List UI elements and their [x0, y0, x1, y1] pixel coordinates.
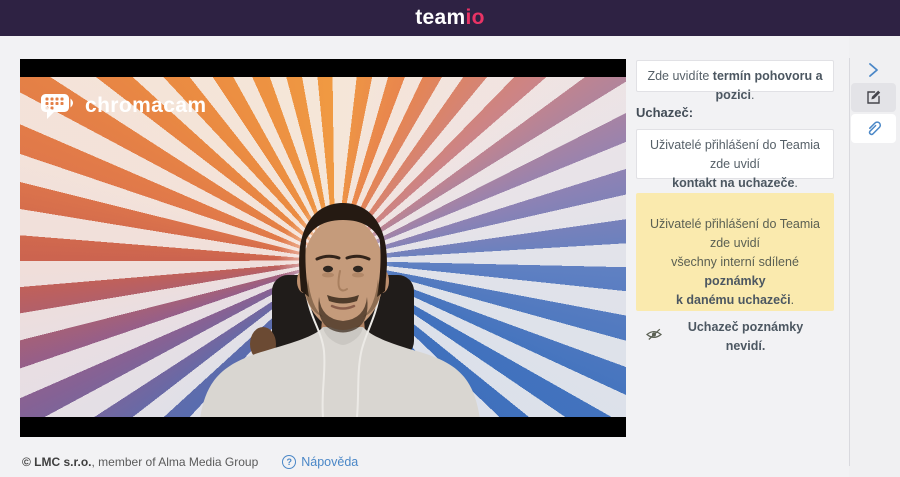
candidate-video-feed: chromacam [20, 59, 626, 437]
candidate-person [20, 77, 626, 417]
right-toolbar [849, 36, 900, 477]
note-edit-icon [865, 89, 882, 106]
notes-privacy-text: Uchazeč poznámky nevidí. [667, 318, 824, 356]
footer: © LMC s.r.o., member of Alma Media Group… [22, 452, 882, 472]
candidate-label: Uchazeč: [636, 105, 834, 120]
copyright-rest: , member of Alma Media Group [92, 455, 259, 469]
paperclip-icon [865, 120, 882, 137]
teamio-logo: teamio [415, 6, 485, 30]
chevron-right-icon [866, 61, 880, 79]
logo-io: io [465, 6, 484, 29]
help-question-icon: ? [282, 455, 296, 469]
help-label: Nápověda [301, 455, 358, 469]
video-content: chromacam [20, 77, 626, 417]
notes-tab-button[interactable] [851, 83, 896, 112]
interview-info-text: Zde uvidíte [647, 69, 712, 83]
eye-off-icon [646, 328, 662, 347]
notes-info-line3: k danému uchazeči [676, 293, 791, 307]
interview-info-bold: termín pohovoru a pozici [713, 69, 823, 102]
shared-notes-box: Uživatelé přihlášení do Teamia zde uvidí… [636, 193, 834, 311]
contact-info-text: Uživatelé přihlášení do Teamia zde uvidí [650, 138, 820, 171]
chromacam-label: chromacam [85, 94, 207, 118]
copyright-text: © LMC s.r.o., member of Alma Media Group [22, 455, 258, 469]
candidate-contact-box: Uživatelé přihlášení do Teamia zde uvidí… [636, 129, 834, 179]
info-sidebar: Zde uvidíte termín pohovoru a pozici. Uc… [636, 60, 834, 311]
toolbar-divider [849, 58, 850, 466]
attachments-tab-button[interactable] [851, 114, 896, 143]
interview-info-box: Zde uvidíte termín pohovoru a pozici. [636, 60, 834, 92]
help-link[interactable]: ? Nápověda [282, 455, 358, 469]
notes-privacy-line: Uchazeč poznámky nevidí. [646, 318, 824, 356]
contact-info-bold: kontakt na uchazeče [672, 176, 794, 190]
notes-info-line2: všechny interní sdílené [671, 255, 799, 269]
app-header: teamio [0, 0, 900, 36]
chromacam-watermark: chromacam [40, 92, 207, 119]
collapse-panel-button[interactable] [858, 58, 888, 82]
notes-info-line1: Uživatelé přihlášení do Teamia zde uvidí [650, 217, 820, 250]
logo-team: team [415, 6, 465, 29]
copyright-company: © LMC s.r.o. [22, 455, 92, 469]
chromacam-icon [40, 92, 76, 119]
